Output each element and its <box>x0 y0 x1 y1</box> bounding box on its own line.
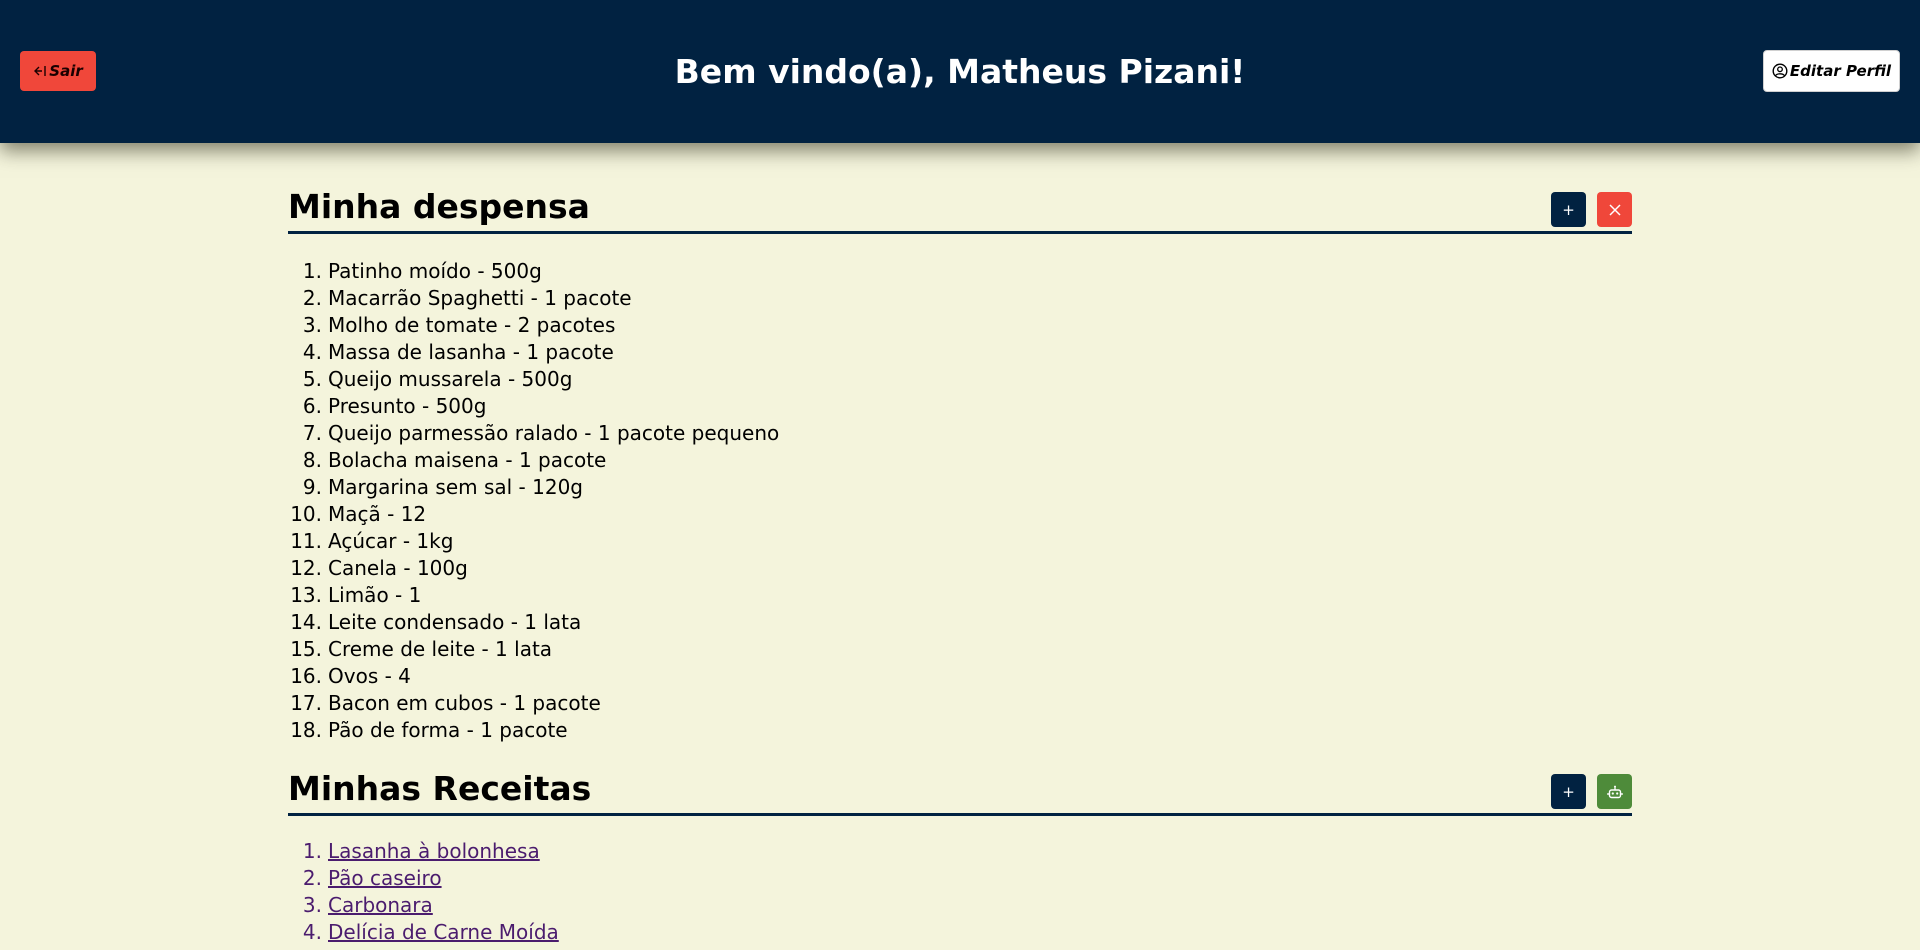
list-item-number: 9. <box>302 475 322 499</box>
pantry-item-text: Pão de forma - 1 pacote <box>328 718 568 742</box>
recipe-link[interactable]: Carbonara <box>328 893 433 917</box>
recipe-link[interactable]: Lasanha à bolonhesa <box>328 839 540 863</box>
pantry-item-text: Creme de leite - 1 lata <box>328 637 553 661</box>
pantry-item-text: Macarrão Spaghetti - 1 pacote <box>328 286 632 310</box>
pantry-list-item: 6. Presunto - 500g <box>288 393 1632 420</box>
pantry-item-text: Maçã - 12 <box>328 502 427 526</box>
add-recipe-button[interactable]: + <box>1551 774 1586 809</box>
recipe-assistant-button[interactable] <box>1597 774 1632 809</box>
pantry-list-item: 17. Bacon em cubos - 1 pacote <box>288 690 1632 717</box>
pantry-list-item: 9. Margarina sem sal - 120g <box>288 474 1632 501</box>
pantry-item-text: Patinho moído - 500g <box>328 259 542 283</box>
recipe-list-item: 1. Lasanha à bolonhesa <box>288 838 1632 865</box>
pantry-list: 1. Patinho moído - 500g 2. Macarrão Spaghet… <box>288 258 1632 744</box>
recipe-list-item: 2. Pão caseiro <box>288 865 1632 892</box>
pantry-list-item: 13. Limão - 1 <box>288 582 1632 609</box>
pantry-list-item: 4. Massa de lasanha - 1 pacote <box>288 339 1632 366</box>
main-content: Minha despensa + 1. Patinho moído - 500g 2… <box>288 143 1632 946</box>
list-item-number: 14. <box>290 610 322 634</box>
pantry-item-text: Presunto - 500g <box>328 394 487 418</box>
delete-pantry-item-button[interactable] <box>1597 192 1632 227</box>
list-item-number: 11. <box>290 529 322 553</box>
list-item-number: 3. <box>302 893 322 917</box>
pantry-list-item: 11. Açúcar - 1kg <box>288 528 1632 555</box>
list-item-number: 12. <box>290 556 322 580</box>
list-item-number: 10. <box>290 502 322 526</box>
pantry-list-item: 12. Canela - 100g <box>288 555 1632 582</box>
recipe-list-item: 3. Carbonara <box>288 892 1632 919</box>
pantry-item-text: Massa de lasanha - 1 pacote <box>328 340 614 364</box>
list-item-number: 15. <box>290 637 322 661</box>
plus-icon: + <box>1562 782 1575 801</box>
pantry-item-text: Queijo parmessão ralado - 1 pacote peque… <box>328 421 780 445</box>
recipe-link[interactable]: Delícia de Carne Moída <box>328 920 559 944</box>
pantry-item-text: Margarina sem sal - 120g <box>328 475 583 499</box>
robot-icon <box>1606 784 1623 800</box>
logout-arrow-icon <box>33 64 47 78</box>
list-item-number: 4. <box>302 920 322 944</box>
list-item-number: 8. <box>302 448 322 472</box>
list-item-number: 1. <box>302 259 322 283</box>
add-pantry-item-button[interactable]: + <box>1551 192 1586 227</box>
list-item-number: 2. <box>302 286 322 310</box>
recipes-section-header: Minhas Receitas + <box>288 744 1632 816</box>
plus-icon: + <box>1562 200 1575 219</box>
top-header: Sair Bem vindo(a), Matheus Pizani! Edita… <box>0 0 1920 143</box>
pantry-title: Minha despensa <box>288 187 590 226</box>
list-item-number: 16. <box>290 664 322 688</box>
list-item-number: 3. <box>302 313 322 337</box>
pantry-item-text: Ovos - 4 <box>328 664 411 688</box>
logout-button[interactable]: Sair <box>20 51 96 91</box>
pantry-list-item: 5. Queijo mussarela - 500g <box>288 366 1632 393</box>
list-item-number: 6. <box>302 394 322 418</box>
pantry-list-item: 3. Molho de tomate - 2 pacotes <box>288 312 1632 339</box>
pantry-list-item: 14. Leite condensado - 1 lata <box>288 609 1632 636</box>
pantry-list-item: 18. Pão de forma - 1 pacote <box>288 717 1632 744</box>
welcome-title: Bem vindo(a), Matheus Pizani! <box>674 52 1246 91</box>
list-item-number: 2. <box>302 866 322 890</box>
pantry-list-item: 1. Patinho moído - 500g <box>288 258 1632 285</box>
list-item-number: 4. <box>302 340 322 364</box>
pantry-item-text: Canela - 100g <box>328 556 468 580</box>
recipe-link[interactable]: Pão caseiro <box>328 866 442 890</box>
pantry-item-text: Bolacha maisena - 1 pacote <box>328 448 607 472</box>
pantry-item-text: Limão - 1 <box>328 583 422 607</box>
pantry-list-item: 15. Creme de leite - 1 lata <box>288 636 1632 663</box>
logout-label: Sair <box>49 62 83 80</box>
list-item-number: 17. <box>290 691 322 715</box>
pantry-section-header: Minha despensa + <box>288 143 1632 234</box>
pantry-item-text: Molho de tomate - 2 pacotes <box>328 313 616 337</box>
pantry-item-text: Queijo mussarela - 500g <box>328 367 573 391</box>
list-item-number: 1. <box>302 839 322 863</box>
list-item-number: 5. <box>302 367 322 391</box>
pantry-item-text: Leite condensado - 1 lata <box>328 610 582 634</box>
pantry-list-item: 8. Bolacha maisena - 1 pacote <box>288 447 1632 474</box>
pantry-item-text: Bacon em cubos - 1 pacote <box>328 691 601 715</box>
list-item-number: 7. <box>302 421 322 445</box>
pantry-list-item: 10. Maçã - 12 <box>288 501 1632 528</box>
user-circle-icon <box>1772 63 1788 79</box>
recipes-list: 1. Lasanha à bolonhesa 2. Pão caseiro 3. Carb… <box>288 838 1632 946</box>
list-item-number: 18. <box>290 718 322 742</box>
edit-profile-button[interactable]: Editar Perfil <box>1763 50 1900 92</box>
recipe-list-item: 4. Delícia de Carne Moída <box>288 919 1632 946</box>
edit-profile-label: Editar Perfil <box>1789 62 1892 80</box>
pantry-item-text: Açúcar - 1kg <box>328 529 454 553</box>
pantry-list-item: 2. Macarrão Spaghetti - 1 pacote <box>288 285 1632 312</box>
recipes-title: Minhas Receitas <box>288 769 592 808</box>
close-icon <box>1608 203 1622 217</box>
list-item-number: 13. <box>290 583 322 607</box>
pantry-list-item: 16. Ovos - 4 <box>288 663 1632 690</box>
pantry-list-item: 7. Queijo parmessão ralado - 1 pacote peq… <box>288 420 1632 447</box>
